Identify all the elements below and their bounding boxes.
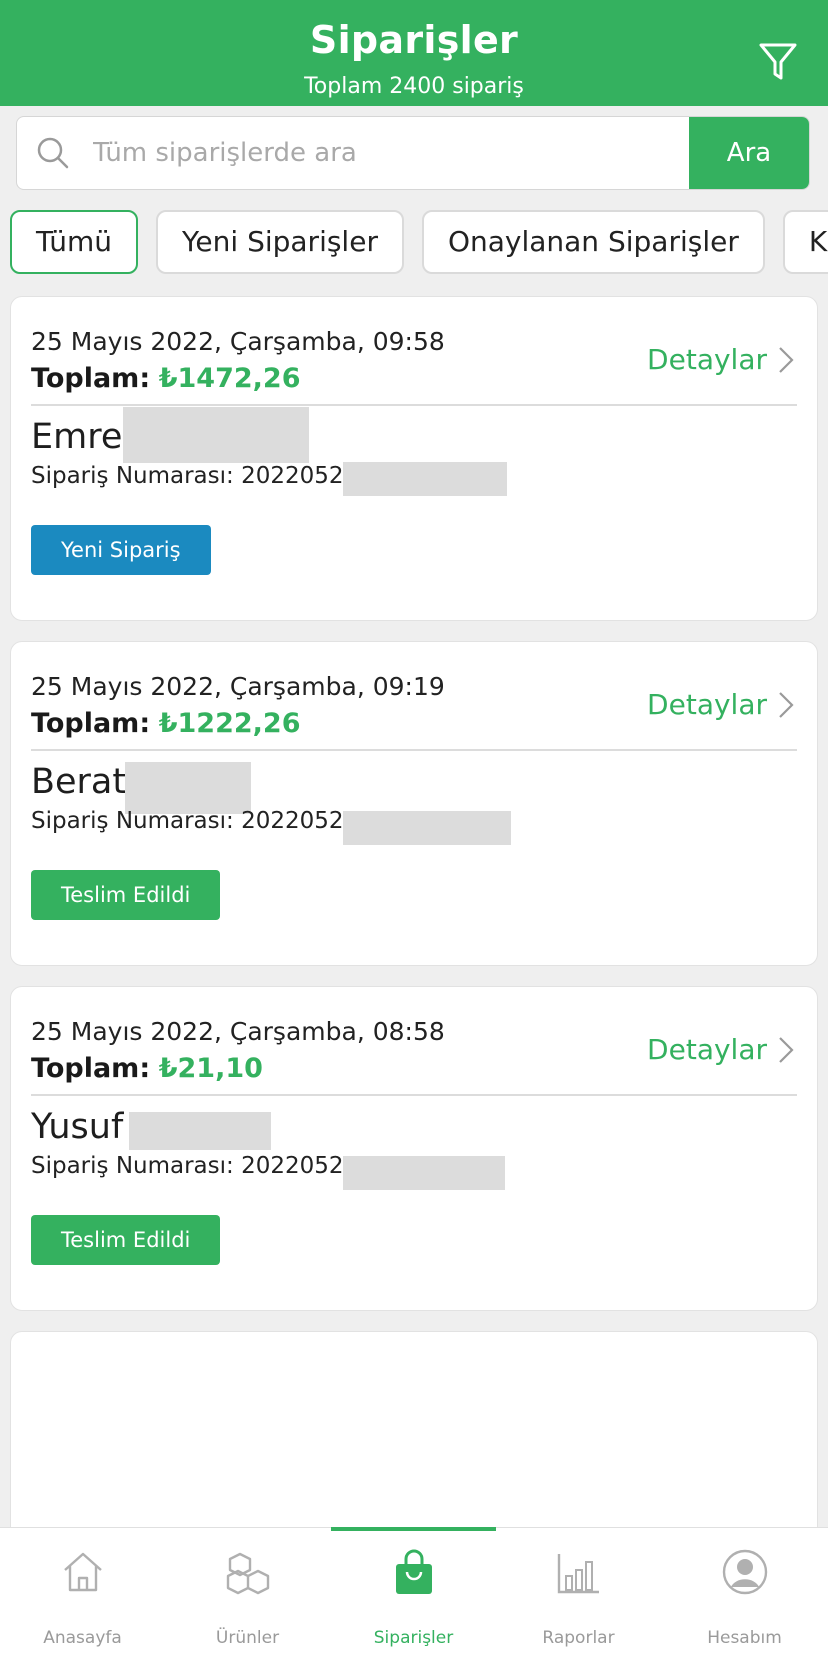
details-label: Detaylar xyxy=(647,688,767,721)
redacted-surname xyxy=(125,762,251,814)
nav-label: Hesabım xyxy=(707,1628,782,1648)
nav-label: Raporlar xyxy=(542,1628,615,1648)
filter-icon xyxy=(759,43,797,80)
order-date: 25 Mayıs 2022, Çarşamba, 09:19 xyxy=(31,672,445,701)
nav-account[interactable]: Hesabım xyxy=(662,1528,827,1655)
tab-approved-orders[interactable]: Onaylanan Siparişler xyxy=(421,210,765,274)
order-total: Toplam: ₺21,10 xyxy=(31,1053,263,1084)
divider xyxy=(31,1094,797,1096)
divider xyxy=(31,749,797,751)
order-number: Sipariş Numarası: 20220525 xyxy=(31,463,359,489)
nav-orders[interactable]: Siparişler xyxy=(331,1527,496,1655)
customer-name: Yusuf xyxy=(31,1107,124,1147)
total-label: Toplam: xyxy=(31,1053,151,1084)
nav-label: Ürünler xyxy=(215,1628,280,1648)
details-label: Detaylar xyxy=(647,343,767,376)
total-label: Toplam: xyxy=(31,708,151,739)
chevron-right-icon xyxy=(779,691,794,718)
nav-products[interactable]: Ürünler xyxy=(165,1528,330,1655)
status-badge[interactable]: Teslim Edildi xyxy=(31,1215,221,1265)
chevron-right-icon xyxy=(779,1036,794,1063)
customer-name: Berat xyxy=(31,762,127,802)
order-card[interactable]: 25 Mayıs 2022, Çarşamba, 09:58 Toplam: ₺… xyxy=(10,296,818,621)
filter-tabs: Tümü Yeni Siparişler Onaylanan Siparişler K… xyxy=(10,210,828,276)
customer-name: Emre xyxy=(31,417,123,457)
status-badge[interactable]: Yeni Sipariş xyxy=(31,525,211,575)
redacted-surname xyxy=(123,407,309,463)
chevron-right-icon xyxy=(779,346,794,373)
nav-label: Siparişler xyxy=(373,1628,454,1648)
redacted-order-number xyxy=(343,1156,505,1190)
bar-chart-icon xyxy=(557,1554,599,1594)
divider xyxy=(31,404,797,406)
order-date: 25 Mayıs 2022, Çarşamba, 08:58 xyxy=(31,1017,445,1046)
user-icon xyxy=(722,1549,767,1595)
nav-reports[interactable]: Raporlar xyxy=(496,1528,661,1655)
details-link[interactable]: Detaylar xyxy=(647,688,795,721)
redacted-surname xyxy=(129,1112,271,1150)
redacted-order-number xyxy=(343,462,507,496)
boxes-icon xyxy=(226,1552,269,1595)
details-label: Detaylar xyxy=(647,1033,767,1066)
app-header: Siparişler Toplam 2400 sipariş xyxy=(0,0,828,106)
search-icon xyxy=(37,137,69,169)
nav-home[interactable]: Anasayfa xyxy=(0,1528,165,1655)
order-card[interactable]: 25 Mayıs 2022, Çarşamba, 09:19 Toplam: ₺… xyxy=(10,641,818,966)
status-badge[interactable]: Teslim Edildi xyxy=(31,870,221,920)
order-number: Sipariş Numarası: 20220525 xyxy=(31,808,359,834)
order-total: Toplam: ₺1222,26 xyxy=(31,708,300,739)
total-amount: ₺1472,26 xyxy=(158,363,301,394)
search-button[interactable]: Ara xyxy=(689,117,809,189)
nav-label: Anasayfa xyxy=(43,1628,122,1648)
order-number: Sipariş Numarası: 20220525 xyxy=(31,1153,359,1179)
order-card[interactable]: 25 Mayıs 2022, Çarşamba, 08:58 Toplam: ₺… xyxy=(10,986,818,1311)
total-amount: ₺1222,26 xyxy=(158,708,301,739)
order-count: Toplam 2400 sipariş xyxy=(304,74,524,99)
bottom-nav: Anasayfa Ürünler Siparişler Raporlar Hes… xyxy=(0,1527,828,1655)
total-label: Toplam: xyxy=(31,363,151,394)
page-title: Siparişler xyxy=(309,18,519,62)
total-amount: ₺21,10 xyxy=(158,1053,263,1084)
shopping-bag-icon xyxy=(395,1549,432,1594)
active-indicator xyxy=(331,1527,496,1531)
details-link[interactable]: Detaylar xyxy=(647,343,795,376)
search-input[interactable] xyxy=(93,117,693,189)
filter-button[interactable] xyxy=(756,40,800,84)
details-link[interactable]: Detaylar xyxy=(647,1033,795,1066)
tab-new-orders[interactable]: Yeni Siparişler xyxy=(156,210,404,274)
tab-partial[interactable]: Kar xyxy=(782,210,828,274)
order-date: 25 Mayıs 2022, Çarşamba, 09:58 xyxy=(31,327,445,356)
order-total: Toplam: ₺1472,26 xyxy=(31,363,300,394)
search-bar: Ara xyxy=(16,116,810,190)
home-icon xyxy=(63,1552,102,1592)
redacted-order-number xyxy=(343,811,511,845)
tab-all[interactable]: Tümü xyxy=(10,210,139,274)
